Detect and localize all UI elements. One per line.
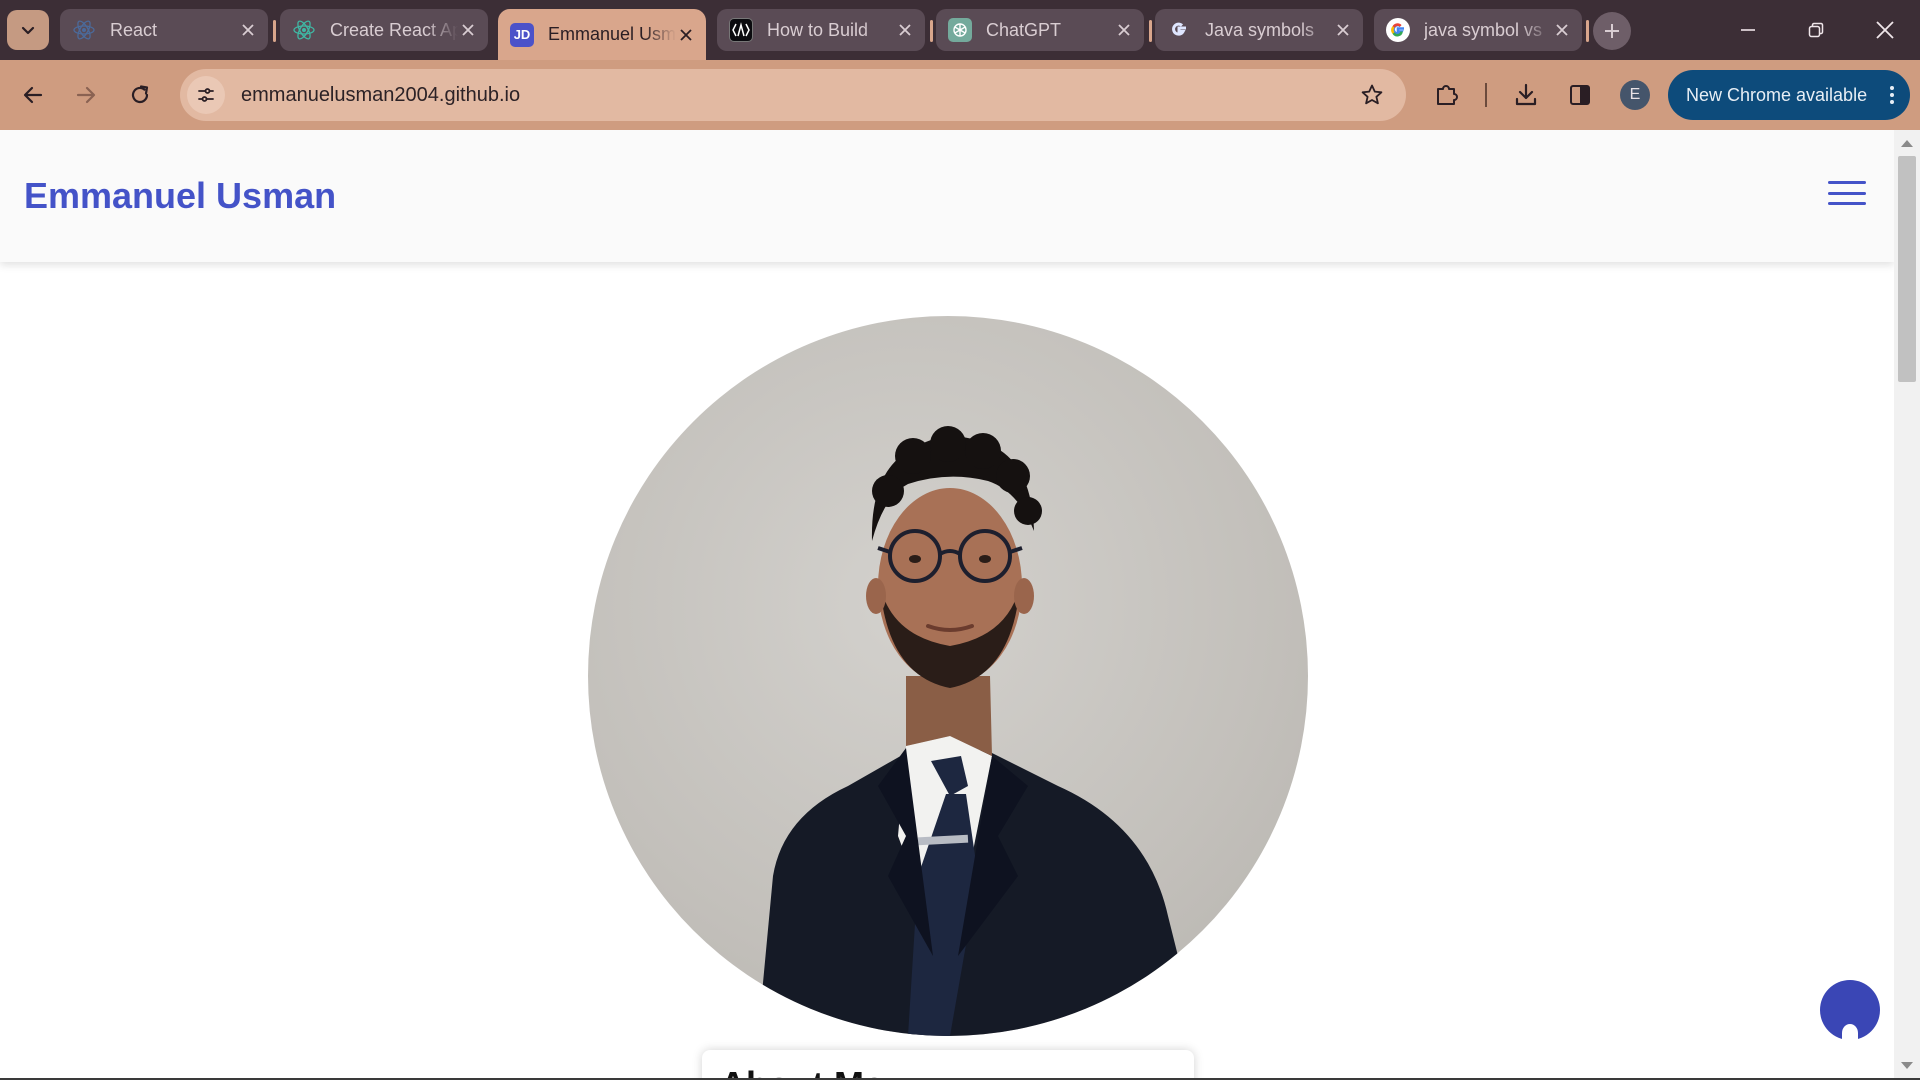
tab-strip: React Create React App JD Emmanuel Usman… (0, 0, 1920, 60)
close-icon[interactable] (676, 25, 696, 45)
back-button[interactable] (14, 76, 52, 114)
scroll-up-arrow-icon[interactable] (1901, 140, 1913, 147)
url-text[interactable]: emmanuelusman2004.github.io (241, 84, 1352, 107)
site-brand[interactable]: Emmanuel Usman (24, 175, 336, 217)
address-bar[interactable]: emmanuelusman2004.github.io (180, 69, 1406, 121)
tab-separator (273, 20, 276, 42)
close-icon[interactable] (1333, 20, 1353, 40)
close-window-button[interactable] (1862, 10, 1908, 50)
openai-icon (948, 18, 972, 42)
close-icon (1876, 21, 1894, 39)
tab-separator (1149, 20, 1152, 42)
close-icon[interactable] (238, 20, 258, 40)
profile-avatar[interactable]: E (1620, 80, 1650, 110)
restore-button[interactable] (1793, 10, 1839, 50)
google-icon (1167, 18, 1191, 42)
tab-create-react-app[interactable]: Create React App (280, 9, 488, 51)
tab-java-symbols[interactable]: Java symbols (1155, 9, 1363, 51)
tab-title: java symbol vs (1424, 19, 1543, 40)
tab-react[interactable]: React (60, 9, 268, 51)
star-icon (1361, 84, 1383, 105)
arrow-left-icon (23, 86, 43, 104)
more-vert-icon[interactable] (1890, 86, 1894, 104)
site-header: Emmanuel Usman (0, 130, 1894, 262)
chat-bubble-button[interactable] (1820, 980, 1880, 1042)
tab-separator (930, 20, 933, 42)
new-chrome-available-button[interactable]: New Chrome available (1668, 70, 1910, 120)
reload-button[interactable] (121, 76, 159, 114)
tab-java-symbol-vs[interactable]: java symbol vs (1374, 9, 1582, 51)
downloads-button[interactable] (1507, 76, 1545, 114)
forward-button[interactable] (67, 76, 105, 114)
tab-chatgpt[interactable]: ChatGPT (936, 9, 1144, 51)
tab-emmanuel-usman[interactable]: JD Emmanuel Usman (498, 9, 706, 60)
profile-photo (588, 316, 1308, 1036)
tab-title: Java symbols (1205, 19, 1315, 40)
chevron-down-icon (21, 26, 35, 35)
close-icon[interactable] (1552, 20, 1572, 40)
site-info-button[interactable] (187, 76, 225, 114)
close-icon[interactable] (895, 20, 915, 40)
tune-icon (198, 88, 214, 102)
scrollbar[interactable] (1894, 130, 1920, 1080)
close-icon[interactable] (1114, 20, 1134, 40)
tab-title: Emmanuel Usman (548, 24, 676, 44)
close-icon[interactable] (458, 20, 478, 40)
tab-title: How to Build (767, 19, 869, 40)
plus-icon (1605, 24, 1619, 38)
minimize-button[interactable] (1725, 10, 1771, 50)
minimize-icon (1741, 29, 1755, 31)
reload-icon (131, 85, 149, 104)
browser-toolbar: emmanuelusman2004.github.io E New Chrome… (0, 60, 1920, 130)
puzzle-icon (1437, 85, 1458, 105)
page-viewport: Emmanuel Usman (0, 130, 1920, 1080)
bookmark-button[interactable] (1352, 75, 1392, 115)
scrollbar-thumb[interactable] (1898, 156, 1916, 382)
side-panel-button[interactable] (1561, 76, 1599, 114)
update-label: New Chrome available (1686, 84, 1868, 105)
extensions-button[interactable] (1428, 76, 1466, 114)
download-icon (1515, 83, 1537, 106)
side-panel-icon (1570, 85, 1590, 105)
tab-title: ChatGPT (986, 19, 1062, 40)
restore-icon (1808, 22, 1824, 38)
arrow-right-icon (76, 86, 96, 104)
tab-how-to-build[interactable]: How to Build (717, 9, 925, 51)
google-icon (1386, 18, 1410, 42)
toolbar-divider (1485, 83, 1487, 107)
vercel-icon (729, 18, 753, 42)
tab-separator (1586, 20, 1589, 42)
about-me-card: About Me (702, 1050, 1194, 1080)
hamburger-menu-icon[interactable] (1828, 177, 1866, 209)
scroll-down-arrow-icon[interactable] (1901, 1062, 1913, 1069)
new-tab-button[interactable] (1593, 12, 1631, 50)
react-icon (72, 18, 96, 42)
react-icon (292, 18, 316, 42)
tab-search-button[interactable] (7, 10, 49, 50)
tab-title: Create React App (330, 19, 458, 40)
tab-title: React (110, 19, 158, 40)
jd-icon: JD (510, 22, 534, 47)
